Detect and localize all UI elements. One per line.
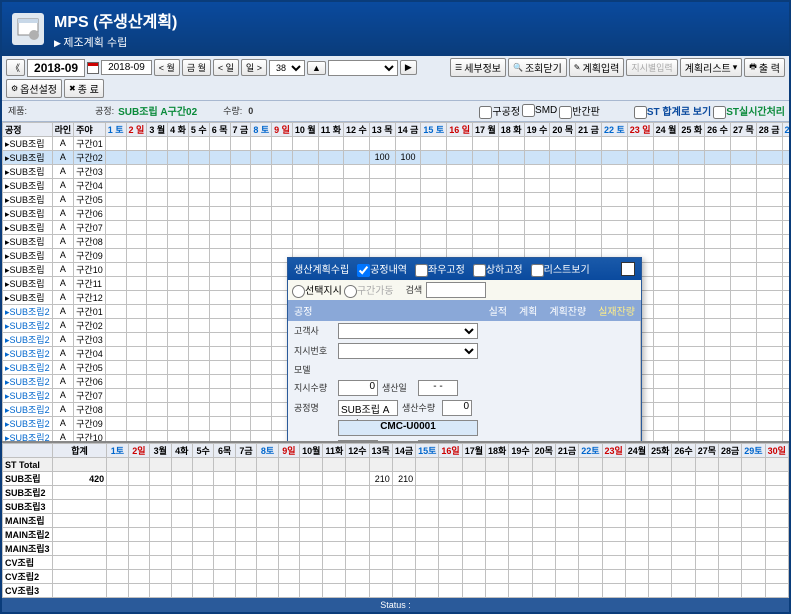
page-subtitle: 제조계획 수립: [54, 34, 177, 50]
toolbar-1: 《 2018-09 2018-09 < 월 금 월 < 일 일 > 38 ▲ ▶…: [2, 56, 789, 101]
lbl-instno: 지시번호: [292, 344, 336, 357]
plan-input-button[interactable]: ✎계획입력: [569, 58, 625, 77]
list-icon: ☰: [455, 63, 462, 72]
nav-first-button[interactable]: 《: [6, 59, 25, 76]
table-row[interactable]: ▸SUB조립A구간04: [3, 178, 790, 192]
cb-smd[interactable]: SMD: [522, 104, 557, 117]
plan-list-button[interactable]: 계획리스트▾: [680, 58, 743, 77]
summary-row[interactable]: SUB조립3: [3, 500, 789, 514]
exit-button[interactable]: ✖종 료: [64, 79, 104, 98]
next-day-button[interactable]: 일 >: [241, 59, 267, 76]
table-row[interactable]: ▸SUB조립A구간05: [3, 192, 790, 206]
page-title: MPS (주생산계획): [54, 8, 177, 32]
proc-label: 공정:: [93, 104, 116, 117]
summary-row[interactable]: MAIN조립2: [3, 528, 789, 542]
table-row[interactable]: ▸SUB조립A구간08: [3, 234, 790, 248]
table-row[interactable]: ▸SUB조립A구간07: [3, 220, 790, 234]
modal-rb-gu[interactable]: 구간가동: [344, 282, 394, 298]
lbl-prodqty: 생산수량: [400, 401, 440, 414]
table-row[interactable]: ▸SUB조립A구간06: [3, 206, 790, 220]
modal-search-label: 검색: [404, 283, 425, 296]
modal-opt-ud[interactable]: 상하고정: [473, 261, 523, 277]
summary-row[interactable]: CV조립: [3, 556, 789, 570]
this-month-button[interactable]: 금 월: [182, 59, 211, 76]
prodqty-value: 0: [442, 400, 472, 416]
filter-select[interactable]: [328, 60, 398, 76]
modal-opt-lr[interactable]: 좌우고정: [415, 261, 465, 277]
cmc-value: CMC-U0001: [338, 420, 478, 436]
proc-value: SUB조립 A구간02: [118, 103, 197, 118]
cb-gu[interactable]: 구공정: [479, 103, 520, 119]
status-bar: Status :: [2, 598, 789, 612]
toolbar-2: 제품: 공정: SUB조립 A구간02 수량: 0 구공정 SMD 반간판 ST…: [2, 101, 789, 122]
modal-header: 공정 실적 계획 계획잔량 실재잔량: [288, 300, 641, 321]
modal-rb-sel[interactable]: 선택지시: [292, 282, 342, 298]
up-button[interactable]: ▲: [307, 61, 326, 75]
lbl-model: 모델: [292, 363, 336, 376]
summary-grid[interactable]: 합계1토2일3월4화5수6목7금8토9일10월11화12수13목14금15토16…: [2, 441, 789, 598]
table-row[interactable]: ▸SUB조립A구간02100100: [3, 150, 790, 164]
refresh-icon: 🔍: [513, 63, 523, 72]
page-select[interactable]: 38: [269, 60, 305, 76]
prev-month-button[interactable]: < 월: [154, 59, 180, 76]
app-icon: [12, 13, 44, 45]
modal-opt-proc[interactable]: 공정내역: [357, 261, 407, 277]
cb-strt[interactable]: ST실시간처리: [713, 103, 785, 119]
modal-search-input[interactable]: [426, 282, 486, 298]
pencil-icon: ✎: [574, 63, 581, 72]
date-display: 2018-09: [27, 59, 85, 77]
summary-row[interactable]: MAIN조립3: [3, 542, 789, 556]
cb-half[interactable]: 반간판: [559, 103, 600, 119]
proddate-value: - -: [418, 380, 458, 396]
option-button[interactable]: ⚙옵션설정: [6, 79, 62, 98]
orderqty-value: 0: [338, 440, 378, 441]
instno-select[interactable]: [338, 343, 478, 359]
qty-value: 0: [246, 106, 255, 116]
table-row[interactable]: ▸SUB조립A구간01: [3, 136, 790, 150]
summary-row[interactable]: SUB조립2: [3, 486, 789, 500]
modal-opt-list[interactable]: 리스트보기: [531, 261, 590, 277]
date-display-2: 2018-09: [101, 60, 152, 75]
shipday-value: - -: [418, 440, 458, 441]
lbl-proddate: 생산일: [380, 381, 416, 394]
summary-row[interactable]: ST Total: [3, 458, 789, 472]
go-button[interactable]: ▶: [400, 60, 417, 75]
refresh-button[interactable]: 🔍조회닫기: [508, 58, 567, 77]
modal-close-button[interactable]: ✕: [621, 262, 635, 276]
header: MPS (주생산계획) 제조계획 수립: [2, 2, 789, 56]
detail-button[interactable]: ☰세부정보: [450, 58, 506, 77]
product-label: 제품:: [6, 104, 29, 117]
lbl-customer: 고객사: [292, 324, 336, 337]
cb-st[interactable]: ST 합계로 보기: [634, 103, 711, 119]
procname-value: SUB조립 A구간: [338, 400, 398, 416]
print-button[interactable]: 🖶출 력: [744, 58, 785, 77]
inst-input-button[interactable]: 지시별입력: [626, 59, 677, 76]
summary-row[interactable]: MAIN조립: [3, 514, 789, 528]
gear-icon: ⚙: [11, 84, 18, 93]
instqty-value: 0: [338, 380, 378, 396]
close-icon: ✖: [69, 84, 76, 93]
lbl-procname: 공정명: [292, 401, 336, 414]
plan-modal: 생산계획수립 공정내역 좌우고정 상하고정 리스트보기 ✕ 선택지시 구간가동 …: [287, 257, 642, 441]
qty-label: 수량:: [221, 104, 244, 117]
lbl-instqty: 지시수량: [292, 381, 336, 394]
modal-titlebar[interactable]: 생산계획수립 공정내역 좌우고정 상하고정 리스트보기 ✕: [288, 258, 641, 280]
printer-icon: 🖶: [749, 61, 757, 75]
summary-row[interactable]: CV조립2: [3, 570, 789, 584]
summary-row[interactable]: CV조립3: [3, 584, 789, 598]
prev-day-button[interactable]: < 일: [213, 59, 239, 76]
table-row[interactable]: ▸SUB조립A구간03: [3, 164, 790, 178]
summary-row[interactable]: SUB조립420210210: [3, 472, 789, 486]
calendar-icon[interactable]: [87, 62, 99, 74]
modal-title: 생산계획수립: [294, 261, 349, 276]
main-grid[interactable]: 공정라인주야1 토2 일3 월4 화5 수6 목7 금8 토9 일10 월11 …: [2, 122, 789, 441]
customer-select[interactable]: [338, 323, 478, 339]
